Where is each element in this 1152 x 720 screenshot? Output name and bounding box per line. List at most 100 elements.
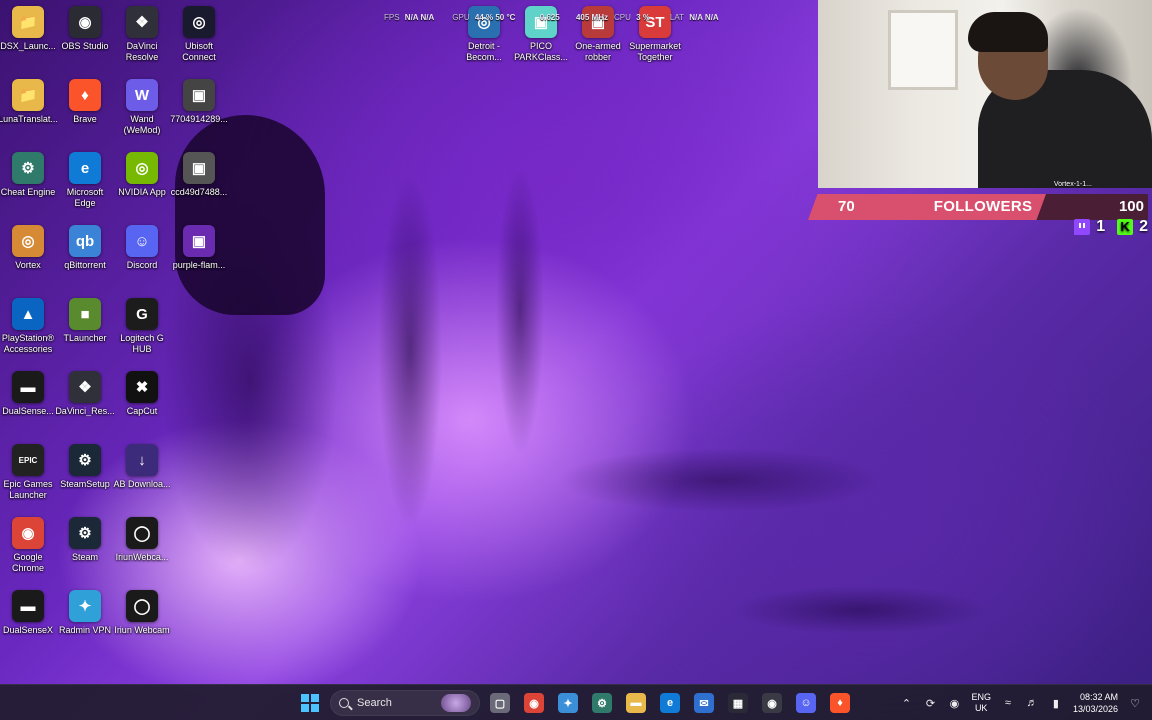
notification-bell-icon[interactable]: ♡ [1128, 696, 1142, 710]
language-indicator[interactable]: ENG UK [971, 692, 991, 714]
volume-icon[interactable]: ♬ [1025, 696, 1039, 710]
desktop-icon-dualsense[interactable]: ▬ DualSense... [0, 371, 56, 441]
clock-time: 08:32 AM [1079, 692, 1118, 702]
taskbar-app-brave[interactable]: ♦ [826, 689, 854, 717]
desktop-icon-purple-flam[interactable]: ▣ purple-flam... [171, 225, 227, 295]
desktop-icon-ubisoft-connect[interactable]: ◎ Ubisoft Connect [171, 6, 227, 76]
webcam-person-hair [968, 12, 1048, 52]
taskbar-center: Search ▢ ◉ ✦ ⚙ ▬ e ✉ ▦ ◉ ☺ ♦ [296, 689, 854, 717]
lat-stat: LAT N/A N/A [670, 13, 719, 22]
desktop-icon-google-chrome[interactable]: ◉ Google Chrome [0, 517, 56, 587]
desktop-icon-label: Logitech G HUB [120, 333, 164, 354]
desktop-icon-radmin-vpn[interactable]: ✦ Radmin VPN [57, 590, 113, 660]
taskbar-app-copilot[interactable]: ✦ [554, 689, 582, 717]
webcam-overlay: Vortex-1-1... [818, 0, 1152, 188]
dsx-launc-icon: 📁 [12, 6, 44, 38]
taskbar-app-edge[interactable]: e [656, 689, 684, 717]
nvidia-app-icon: ◎ [126, 152, 158, 184]
desktop-icon-davinci-res[interactable]: ❖ DaVinci_Res... [55, 371, 115, 441]
battery-icon[interactable]: ▮ [1049, 696, 1063, 710]
taskbar-app-chrome[interactable]: ◉ [520, 689, 548, 717]
desktop-icon-label: purple-flam... [172, 260, 226, 270]
desktop-icon-lunatranslat[interactable]: 📁 LunaTranslat... [0, 79, 58, 149]
desktop-icon-iriun-webcam[interactable]: ◯ Iriun Webcam [114, 590, 170, 660]
discord-icon: ☺ [126, 225, 158, 257]
desktop-icon-davinci-resolve[interactable]: ❖ DaVinci Resolve [114, 6, 170, 76]
fps-label: FPS [384, 12, 400, 22]
desktop-icon-obs-studio[interactable]: ◉ OBS Studio [57, 6, 113, 76]
taskbar-app-obs[interactable]: ◉ [758, 689, 786, 717]
desktop-icon-nvidia-app[interactable]: ◎ NVIDIA App [114, 152, 170, 222]
taskbar-app-store[interactable]: ▦ [724, 689, 752, 717]
followers-goal: 100 [1118, 198, 1144, 215]
webcam-source-name: Vortex-1-1... [1053, 181, 1092, 188]
desktop-icon-brave[interactable]: ♦ Brave [57, 79, 113, 149]
desktop-icon-vortex[interactable]: ◎ Vortex [0, 225, 56, 295]
chevron-up-icon[interactable]: ⌃ [899, 696, 913, 710]
desktop-icon-playstation-accessories[interactable]: ▲ PlayStation® Accessories [0, 298, 56, 368]
desktop-icon-steam[interactable]: ⚙ Steam [57, 517, 113, 587]
desktop-icon-label: PlayStation® Accessories [1, 333, 55, 354]
search-placeholder: Search [357, 697, 392, 709]
desktop-icon-label: Vortex [15, 260, 41, 270]
desktop-icon-label: Google Chrome [11, 552, 44, 573]
desktop-icon-wand-wemod[interactable]: W Wand (WeMod) [114, 79, 170, 149]
desktop-icon-ccd49d7488[interactable]: ▣ ccd49d7488... [171, 152, 227, 222]
followers-title: FOLLOWERS [933, 198, 1033, 215]
edge-icon: e [660, 693, 680, 713]
desktop-icon-label: qBittorrent [64, 260, 106, 270]
taskbar-search[interactable]: Search [330, 690, 480, 716]
start-button[interactable] [296, 689, 324, 717]
desktop-icon-cheat-engine[interactable]: ⚙ Cheat Engine [0, 152, 56, 222]
desktop-icon-tlauncher[interactable]: ■ TLauncher [57, 298, 113, 368]
lat-label: LAT [669, 12, 684, 22]
desktop-icon-iriunwebca[interactable]: ◯ IriunWebca... [114, 517, 170, 587]
gpu-temp: 50 °C [495, 12, 516, 22]
desktop-icon-steamsetup[interactable]: ⚙ SteamSetup [57, 444, 113, 514]
clock-date: 13/03/2026 [1072, 704, 1118, 714]
desktop-icon-label: TLauncher [63, 333, 107, 343]
taskbar-app-outlook[interactable]: ✉ [690, 689, 718, 717]
desktop-icon-epic-games-launcher[interactable]: EPIC Epic Games Launcher [0, 444, 56, 514]
wand-wemod-icon: W [126, 79, 158, 111]
desktop-icon-logitech-g-hub[interactable]: G Logitech G HUB [114, 298, 170, 368]
desktop-icon-ab-downloa[interactable]: ↓ AB Downloa... [113, 444, 171, 514]
cheat-engine-icon: ⚙ [12, 152, 44, 184]
google-chrome-icon: ◉ [12, 517, 44, 549]
desktop-icon-7704914289[interactable]: ▣ 7704914289... [170, 79, 228, 149]
desktop-icon-microsoft-edge[interactable]: e Microsoft Edge [57, 152, 113, 222]
chrome-icon: ◉ [524, 693, 544, 713]
desktop-icon-discord[interactable]: ☺ Discord [114, 225, 170, 295]
cpu-stat: CPU 3 % [614, 13, 650, 22]
brave-icon: ♦ [830, 693, 850, 713]
desktop-icon-label: 7704914289... [170, 114, 228, 124]
clock[interactable]: 08:32 AM 13/03/2026 [1073, 691, 1118, 715]
desktop-icon-qbittorrent[interactable]: qb qBittorrent [57, 225, 113, 295]
desktop-icon-label: DualSenseX [2, 625, 54, 635]
taskbar-app-discord[interactable]: ☺ [792, 689, 820, 717]
task-view-icon: ▢ [490, 693, 510, 713]
kick-icon: K [1117, 219, 1134, 235]
gpu-label: GPU [452, 12, 470, 22]
microphone-icon[interactable]: ◉ [947, 696, 961, 710]
taskbar-app-file-explorer[interactable]: ▬ [622, 689, 650, 717]
desktop-icon-dsx-launc[interactable]: 📁 DSX_Launc... [0, 6, 56, 76]
taskbar-app-cheat-engine[interactable]: ⚙ [588, 689, 616, 717]
language-code: ENG [971, 692, 991, 702]
cheat-engine-icon: ⚙ [592, 693, 612, 713]
system-tray: ⌃ ⟳ ◉ ENG UK ≈ ♬ ▮ 08:32 AM 13/03/2026 ♡ [899, 685, 1142, 720]
dualsensex-icon: ▬ [12, 590, 44, 622]
desktop-icon-label: Detroit - Becom... [466, 41, 502, 62]
desktop-icon-capcut[interactable]: ✖ CapCut [114, 371, 170, 441]
performance-overlay: FPS N/A N/A GPU 44 % 50 °C 0.625 405 MHz… [384, 10, 719, 24]
tlauncher-icon: ■ [69, 298, 101, 330]
taskbar-app-task-view[interactable]: ▢ [486, 689, 514, 717]
wifi-icon[interactable]: ≈ [1001, 696, 1015, 710]
desktop-icon-label: OBS Studio [61, 41, 109, 51]
twitch-icon [1074, 219, 1091, 235]
desktop-icon-dualsensex[interactable]: ▬ DualSenseX [0, 590, 56, 660]
lat-value-2: N/A [704, 12, 719, 22]
webcam-background-window [888, 10, 958, 90]
search-icon [339, 698, 349, 708]
sync-icon[interactable]: ⟳ [923, 696, 937, 710]
